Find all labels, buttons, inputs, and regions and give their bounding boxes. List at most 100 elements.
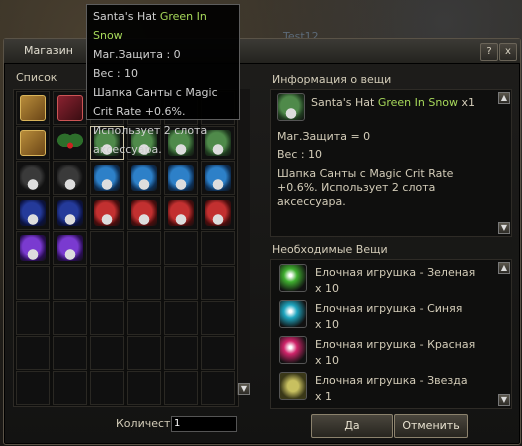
shop-slot[interactable]	[16, 231, 50, 265]
info-scroll-down-icon[interactable]: ▼	[498, 222, 510, 234]
shop-slot[interactable]	[53, 231, 87, 265]
empty-slot	[53, 371, 87, 405]
info-scroll-up-icon[interactable]: ▲	[498, 92, 510, 104]
empty-slot	[164, 336, 198, 370]
hat-blue-icon	[94, 165, 120, 191]
tooltip-item-name: Santa's Hat	[93, 10, 157, 23]
shop-window: Магазин ? x Список ▼ Количество 1 Информ…	[3, 38, 521, 445]
scroll-down-icon[interactable]: ▼	[238, 383, 250, 395]
shop-slot[interactable]	[201, 161, 235, 195]
window-title: Магазин	[24, 44, 73, 57]
empty-slot	[201, 231, 235, 265]
required-item-qty: x 1	[315, 390, 333, 403]
required-item-name: Елочная игрушка - Красная	[315, 338, 476, 351]
item-tooltip: Santa's Hat Green In Snow Маг.Защита : 0…	[86, 4, 240, 156]
empty-slot	[90, 231, 124, 265]
shop-slot[interactable]	[164, 196, 198, 230]
required-item-qty: x 10	[315, 282, 340, 295]
required-item-name: Елочная игрушка - Зеленая	[315, 266, 476, 279]
close-button[interactable]: x	[499, 43, 517, 61]
shop-slot[interactable]	[16, 196, 50, 230]
shop-slot[interactable]	[53, 196, 87, 230]
empty-slot	[127, 371, 161, 405]
shop-slot[interactable]	[90, 196, 124, 230]
shop-slot[interactable]	[90, 161, 124, 195]
required-item-name: Елочная игрушка - Звезда	[315, 374, 468, 387]
tooltip-mdef: Маг.Защита : 0	[93, 48, 181, 61]
confirm-button[interactable]: Да	[311, 414, 393, 438]
holly-icon	[57, 130, 83, 156]
grid-scrollbar[interactable]: ▼	[237, 89, 250, 395]
info-item-count: x1	[461, 96, 476, 109]
empty-slot	[201, 301, 235, 335]
shop-slot[interactable]	[127, 196, 161, 230]
hat-red-icon	[205, 200, 231, 226]
list-label: Список	[16, 71, 58, 84]
shop-slot[interactable]	[16, 91, 50, 125]
info-item-name-line: Santa's Hat Green In Snow x1	[311, 96, 475, 109]
tooltip-weight: Вес : 10	[93, 67, 139, 80]
green-ornament-icon	[279, 264, 307, 292]
star-ornament-icon	[279, 372, 307, 400]
shop-slot[interactable]	[16, 161, 50, 195]
empty-slot	[127, 231, 161, 265]
info-item-name: Santa's Hat	[311, 96, 375, 109]
hat-navy-icon	[57, 200, 83, 226]
shop-slot[interactable]	[201, 196, 235, 230]
info-weight: Вес : 10	[277, 148, 323, 161]
empty-slot	[90, 301, 124, 335]
blue-ornament-icon	[279, 300, 307, 328]
empty-slot	[16, 301, 50, 335]
titlebar[interactable]: Магазин ? x	[4, 39, 520, 64]
hat-red-icon	[168, 200, 194, 226]
book-icon	[20, 95, 46, 121]
book-icon	[20, 130, 46, 156]
help-button[interactable]: ?	[480, 43, 498, 61]
shop-slot[interactable]	[127, 161, 161, 195]
hat-black-icon	[57, 165, 83, 191]
cancel-button[interactable]: Отменить	[394, 414, 468, 438]
required-scroll-up-icon[interactable]: ▲	[498, 262, 510, 274]
required-item-qty: x 10	[315, 318, 340, 331]
hat-navy-icon	[20, 200, 46, 226]
info-description: Шапка Санты с Magic Crit Rate +0.6%. Исп…	[277, 167, 454, 208]
required-scroll-down-icon[interactable]: ▼	[498, 394, 510, 406]
info-item-grade: Green In Snow	[377, 96, 459, 109]
hat-red-icon	[131, 200, 157, 226]
tooltip-name-line: Santa's Hat Green In Snow	[93, 7, 233, 45]
info-mdef: Маг.Защита = 0	[277, 130, 371, 143]
empty-slot	[201, 371, 235, 405]
hat-blue-icon	[168, 165, 194, 191]
empty-slot	[90, 336, 124, 370]
empty-slot	[164, 301, 198, 335]
hat-black-icon	[20, 165, 46, 191]
empty-slot	[164, 266, 198, 300]
empty-slot	[53, 336, 87, 370]
shop-slot[interactable]	[53, 91, 87, 125]
quantity-input[interactable]: 1	[171, 416, 237, 432]
shop-slot[interactable]	[53, 126, 87, 160]
empty-slot	[127, 301, 161, 335]
red-ornament-icon	[279, 336, 307, 364]
required-items-title: Необходимые Вещи	[272, 243, 388, 256]
empty-slot	[127, 336, 161, 370]
empty-slot	[90, 266, 124, 300]
hat-blue-icon	[131, 165, 157, 191]
shop-slot[interactable]	[16, 126, 50, 160]
required-item-name: Елочная игрушка - Синяя	[315, 302, 463, 315]
empty-slot	[164, 231, 198, 265]
empty-slot	[201, 266, 235, 300]
hat-purple-icon	[20, 235, 46, 261]
shop-slot[interactable]	[164, 161, 198, 195]
book-red-icon	[57, 95, 83, 121]
item-info-title: Информация о вещи	[272, 73, 392, 86]
empty-slot	[53, 266, 87, 300]
empty-slot	[16, 266, 50, 300]
tooltip-description: Шапка Санты с Magic Crit Rate +0.6%. Исп…	[93, 86, 218, 156]
hat-red-icon	[94, 200, 120, 226]
empty-slot	[127, 266, 161, 300]
item-info-panel: Santa's Hat Green In Snow x1 Маг.Защита …	[270, 89, 512, 237]
empty-slot	[90, 371, 124, 405]
shop-slot[interactable]	[53, 161, 87, 195]
empty-slot	[201, 336, 235, 370]
